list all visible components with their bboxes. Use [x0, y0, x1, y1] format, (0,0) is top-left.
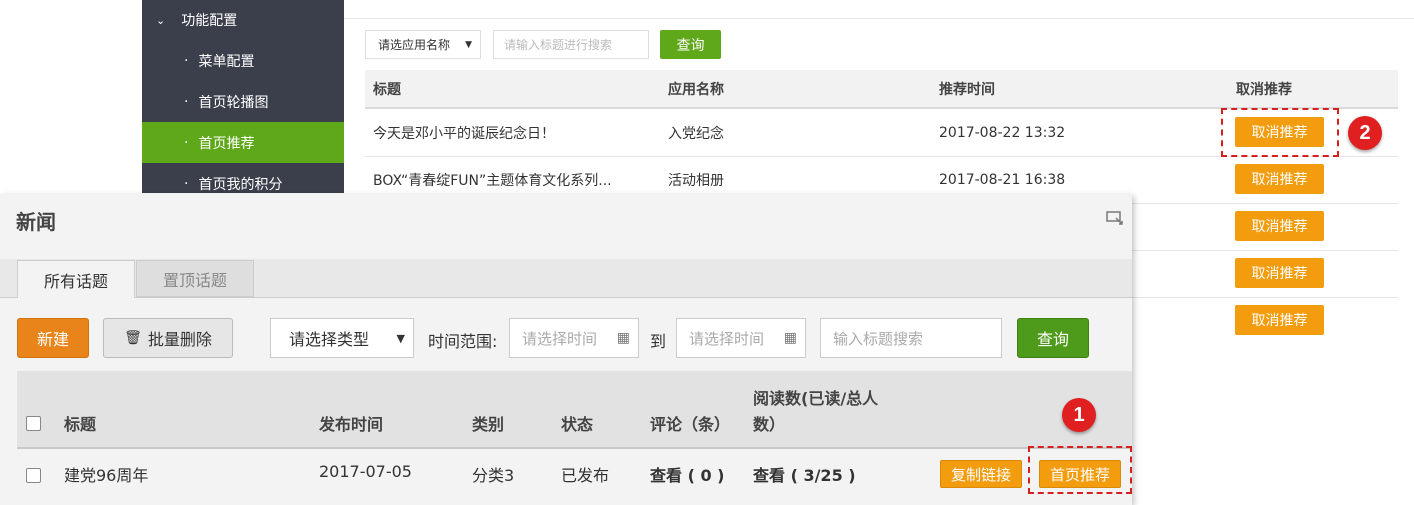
dropdown-arrow-icon: ▼ — [396, 331, 405, 345]
sidebar-item-label: 首页我的积分 — [198, 176, 283, 193]
tab-all-topics[interactable]: 所有话题 — [17, 260, 135, 298]
row-category: 分类3 — [472, 466, 515, 485]
row-time: 2017-08-21 16:38 — [939, 171, 1066, 188]
column-status: 状态 — [561, 415, 594, 434]
type-select[interactable]: 请选择类型 ▼ — [270, 318, 414, 358]
column-title: 标题 — [373, 81, 401, 98]
batch-delete-label: 批量删除 — [147, 330, 212, 349]
column-cancel-recommend: 取消推荐 — [1236, 81, 1292, 98]
sidebar-item-label: 首页轮播图 — [198, 94, 269, 111]
step-badge-1: 1 — [1062, 398, 1096, 432]
cancel-recommend-button[interactable]: 取消推荐 — [1235, 258, 1324, 288]
column-category: 类别 — [472, 415, 505, 434]
bullet-icon: · — [184, 93, 189, 110]
highlight-box-1 — [1028, 446, 1132, 494]
app-select-value: 请选应用名称 — [378, 38, 451, 52]
batch-delete-button[interactable]: 🗑 批量删除 — [103, 318, 233, 358]
row-title: BOX“青春绽FUN”主题体育文化系列... — [373, 172, 612, 189]
calendar-icon: ▦ — [783, 330, 797, 346]
tab-pinned-topics[interactable]: 置顶话题 — [136, 260, 254, 297]
column-reads-line1: 阅读数(已读/总人 — [753, 389, 879, 408]
time-range-label: 时间范围: — [428, 332, 498, 351]
monitor-icon[interactable] — [1106, 211, 1124, 225]
cancel-recommend-button[interactable]: 取消推荐 — [1235, 211, 1324, 241]
bullet-icon: · — [184, 175, 189, 192]
select-all-checkbox[interactable] — [26, 416, 41, 431]
query-button[interactable]: 查询 — [1017, 318, 1089, 358]
bullet-icon: · — [184, 52, 189, 69]
end-date-input[interactable]: 请选择时间 ▦ — [676, 318, 806, 358]
view-reads-link[interactable]: 查看 ( 3/25 ) — [753, 462, 856, 486]
start-date-placeholder: 请选择时间 — [522, 329, 598, 348]
type-select-value: 请选择类型 — [289, 330, 370, 349]
title-search-input[interactable]: 输入标题搜索 — [820, 318, 1002, 358]
row-app: 活动相册 — [668, 172, 724, 189]
view-comments-link[interactable]: 查看 ( 0 ) — [650, 462, 724, 486]
new-button[interactable]: 新建 — [17, 318, 89, 358]
column-reads-line2: 数） — [753, 415, 786, 434]
sidebar-item-home-carousel[interactable]: · 首页轮播图 — [142, 81, 344, 122]
row-status: 已发布 — [561, 466, 610, 485]
row-title: 今天是邓小平的诞辰纪念日！ — [373, 125, 555, 142]
column-recommend-time: 推荐时间 — [939, 81, 995, 98]
sidebar-item-menu-config[interactable]: · 菜单配置 — [142, 40, 344, 81]
sidebar: ⌄ 功能配置 · 菜单配置 · 首页轮播图 · 首页推荐 · 首页我的积分 — [142, 0, 344, 193]
trash-icon: 🗑 — [124, 330, 142, 346]
recommend-table-header: 标题 应用名称 推荐时间 取消推荐 — [365, 70, 1398, 109]
column-title: 标题 — [64, 415, 97, 434]
row-publish-time: 2017-07-05 — [319, 462, 412, 481]
top-divider — [344, 0, 1414, 19]
news-panel: 新闻 所有话题 置顶话题 新建 🗑 批量删除 请选择类型 ▼ 时间范围: 请选择… — [0, 194, 1132, 505]
column-app-name: 应用名称 — [668, 81, 724, 98]
column-publish-time: 发布时间 — [319, 415, 384, 434]
copy-link-button[interactable]: 复制链接 — [940, 460, 1022, 488]
sidebar-item-home-recommend[interactable]: · 首页推荐 — [142, 122, 344, 163]
app-name-select[interactable]: 请选应用名称 ▼ — [365, 30, 481, 59]
row-time: 2017-08-22 13:32 — [939, 124, 1066, 141]
bullet-icon: · — [184, 134, 189, 151]
dropdown-arrow-icon: ▼ — [465, 39, 472, 50]
news-table-header: 标题 发布时间 类别 状态 评论（条） 阅读数(已读/总人 数） — [17, 371, 1132, 449]
step-badge-2: 2 — [1348, 116, 1382, 150]
column-comments: 评论（条） — [650, 415, 731, 434]
to-label: 到 — [650, 332, 667, 351]
sidebar-group-function-config[interactable]: ⌄ 功能配置 — [142, 0, 344, 40]
chevron-down-icon: ⌄ — [156, 13, 166, 27]
cancel-recommend-button[interactable]: 取消推荐 — [1235, 164, 1324, 194]
page-title: 新闻 — [16, 210, 56, 234]
row-title: 建党96周年 — [64, 466, 149, 485]
highlight-box-2 — [1221, 108, 1339, 157]
sidebar-group-label: 功能配置 — [181, 13, 238, 29]
calendar-icon: ▦ — [616, 330, 630, 346]
sidebar-item-label: 菜单配置 — [198, 53, 255, 70]
cancel-recommend-button[interactable]: 取消推荐 — [1235, 305, 1324, 335]
sidebar-item-label: 首页推荐 — [198, 135, 255, 152]
title-search-input[interactable]: 请输入标题进行搜索 — [493, 30, 649, 59]
row-checkbox[interactable] — [26, 468, 41, 483]
start-date-input[interactable]: 请选择时间 ▦ — [509, 318, 639, 358]
end-date-placeholder: 请选择时间 — [689, 329, 765, 348]
table-row: 建党96周年 2017-07-05 分类3 已发布 查看 ( 0 ) 查看 ( … — [17, 449, 1132, 495]
row-app: 入党纪念 — [668, 125, 724, 142]
query-button[interactable]: 查询 — [660, 30, 721, 59]
